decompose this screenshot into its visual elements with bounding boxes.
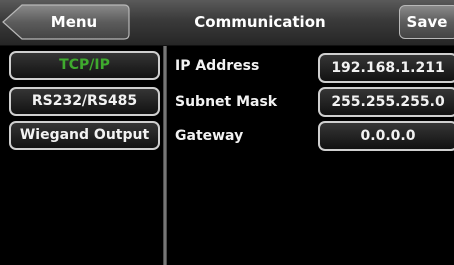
gateway-field[interactable]: 0.0.0.0 (318, 121, 454, 151)
sidebar-item-tcpip[interactable]: TCP/IP (9, 51, 160, 80)
settings-panel: IP Address 192.168.1.211 Subnet Mask 255… (167, 46, 454, 265)
sidebar: TCP/IP RS232/RS485 Wiegand Output (0, 46, 163, 265)
sidebar-item-rs232-rs485[interactable]: RS232/RS485 (9, 87, 160, 116)
gateway-label: Gateway (175, 128, 244, 144)
save-label: Save (406, 13, 448, 31)
sidebar-item-wiegand-output[interactable]: Wiegand Output (9, 121, 160, 150)
menu-back-button[interactable]: Menu (2, 4, 130, 40)
ip-address-label: IP Address (175, 58, 260, 74)
ip-address-field[interactable]: 192.168.1.211 (318, 53, 454, 83)
save-button[interactable]: Save (399, 5, 454, 39)
page-title: Communication (194, 13, 326, 31)
menu-back-label: Menu (50, 13, 98, 31)
subnet-mask-field[interactable]: 255.255.255.0 (318, 87, 454, 117)
subnet-mask-label: Subnet Mask (175, 94, 278, 110)
header-bar: Menu Communication Save (0, 0, 454, 46)
